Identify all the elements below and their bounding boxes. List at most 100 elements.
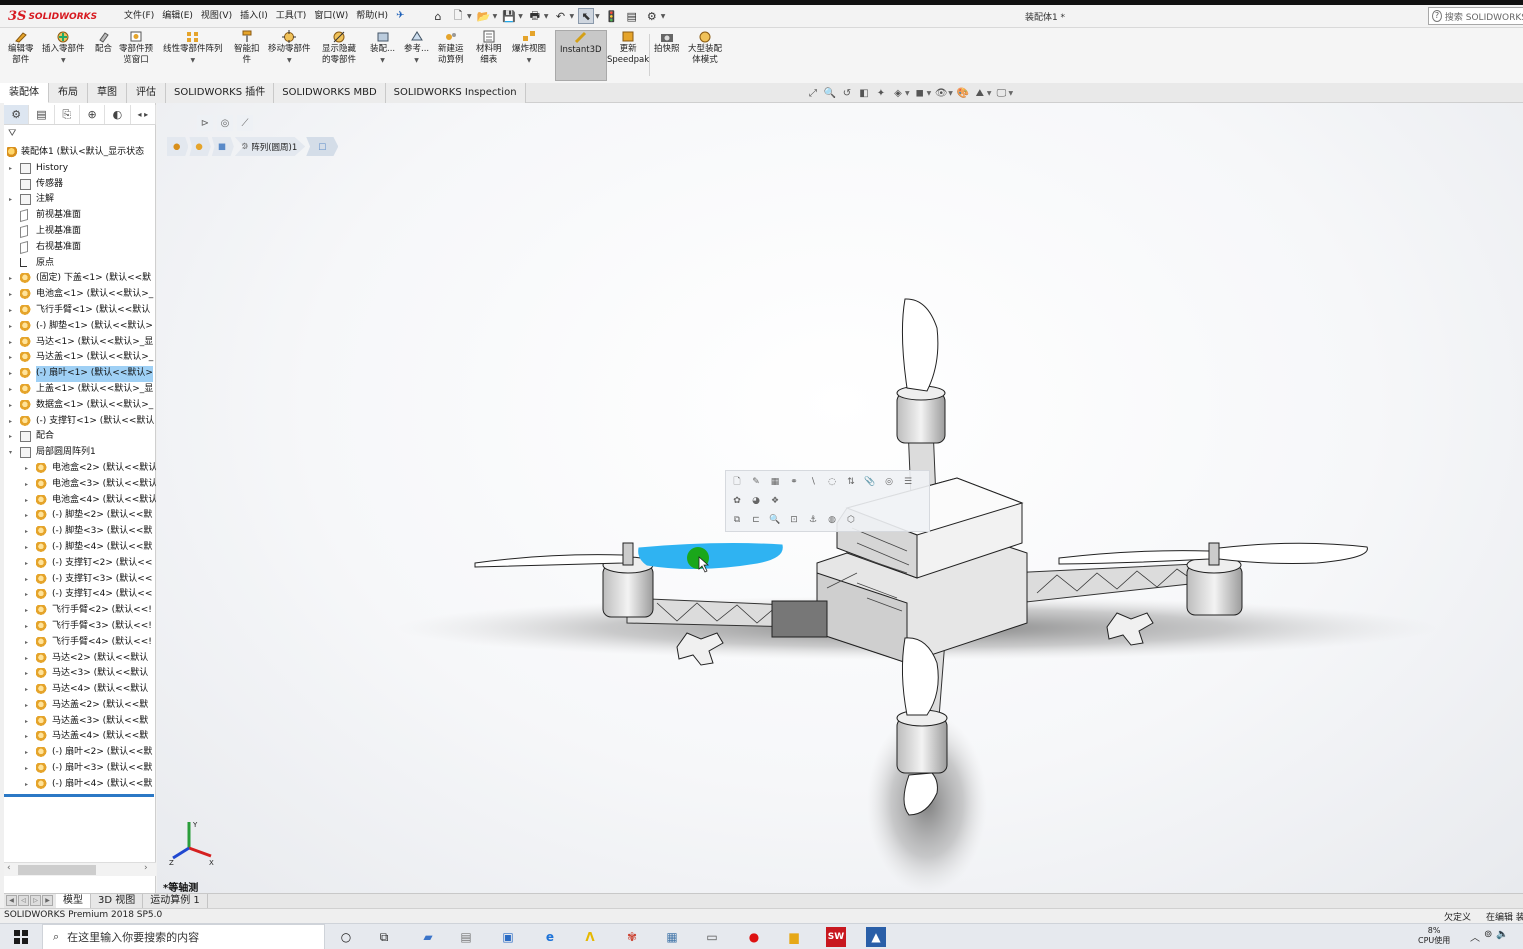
linear-pattern-button[interactable]: 线性零部件阵列 ▼	[163, 30, 223, 66]
save-icon[interactable]: 💾	[501, 8, 517, 24]
open-part-icon[interactable]: 🗋	[730, 475, 744, 489]
options-dropdown-icon[interactable]: ▼	[661, 13, 666, 20]
cube-context-icon[interactable]: ⬡	[844, 513, 858, 527]
record-icon[interactable]: ●	[744, 927, 764, 947]
transparency-context-icon[interactable]: ❖	[768, 494, 782, 508]
assembly-features-dropdown-icon[interactable]: ▼	[380, 55, 385, 66]
view-settings-dropdown-icon[interactable]: ▼	[1009, 90, 1014, 97]
expand-icon[interactable]: ▸	[25, 714, 28, 730]
bill-of-materials-button[interactable]: 材料明 细表	[476, 30, 502, 66]
expand-icon[interactable]: ▸	[25, 635, 28, 651]
cortana-icon[interactable]: ○	[336, 927, 356, 947]
sketch-context-icon[interactable]: ∖	[806, 475, 820, 489]
open-dropdown-icon[interactable]: ▼	[493, 13, 498, 20]
solidworks-logo[interactable]: 3S SOLIDWORKS	[8, 7, 106, 26]
expand-icon[interactable]: ▸	[25, 666, 28, 682]
tree-item-pattern-child[interactable]: ▸ 马达<2> (默认<<默认	[4, 651, 156, 667]
search-box[interactable]: ? 搜索 SOLIDWORKS	[1428, 7, 1523, 25]
appearance-context-icon[interactable]: ✿	[730, 494, 744, 508]
sketch-plane-icon[interactable]: ⊏	[749, 513, 763, 527]
expand-icon[interactable]: ▸	[9, 319, 12, 335]
tree-item-component[interactable]: ▸ 马达盖<1> (默认<<默认>_	[4, 350, 156, 366]
exploded-view-button[interactable]: 爆炸视图 ▼	[512, 30, 546, 66]
linear-pattern-dropdown-icon[interactable]: ▼	[190, 55, 195, 66]
color-context-icon[interactable]: ◕	[749, 494, 763, 508]
selected-propeller-blade[interactable]	[638, 543, 783, 570]
exploded-view-dropdown-icon[interactable]: ▼	[527, 55, 532, 66]
tree-item-circular-pattern[interactable]: ▾ 局部圆周阵列1	[4, 445, 156, 461]
apply-scene-icon[interactable]: ⛰	[973, 86, 987, 100]
tab-model[interactable]: 模型	[56, 893, 91, 909]
tab-inspection[interactable]: SOLIDWORKS Inspection	[385, 83, 526, 103]
tree-root-assembly[interactable]: 装配体1 (默认<默认_显示状态	[4, 145, 156, 161]
taskbar-app-4-icon[interactable]: ✾	[622, 927, 642, 947]
select-dropdown-icon[interactable]: ▼	[595, 13, 600, 20]
expand-icon[interactable]: ▸	[25, 761, 28, 777]
tree-item-pattern-child[interactable]: ▸ (-) 支撑钉<4> (默认<<	[4, 587, 156, 603]
expand-icon[interactable]: ▸	[9, 398, 12, 414]
tray-expand-icon[interactable]: ︿	[1470, 929, 1480, 944]
menu-help[interactable]: 帮助(H)	[352, 9, 392, 23]
tree-item-mates[interactable]: ▸ 配合	[4, 429, 156, 445]
large-assembly-mode-button[interactable]: 大型装配 体模式	[688, 30, 722, 66]
last-tab-icon[interactable]: ▶	[42, 894, 53, 906]
menu-window[interactable]: 窗口(W)	[310, 9, 352, 23]
expand-icon[interactable]: ▸	[9, 350, 12, 366]
home-icon[interactable]: ⌂	[430, 8, 446, 24]
paperclip-icon[interactable]: 📎	[863, 475, 877, 489]
display-manager-tab-icon[interactable]: ◐	[105, 105, 131, 124]
expand-icon[interactable]: ▸	[25, 777, 28, 793]
tree-item-pattern-child[interactable]: ▸ 电池盒<2> (默认<<默认	[4, 461, 156, 477]
undo-dropdown-icon[interactable]: ▼	[570, 13, 575, 20]
assembly-features-button[interactable]: 装配... ▼	[370, 30, 395, 66]
rebuild-icon[interactable]: 🚦	[604, 8, 620, 24]
menu-insert[interactable]: 插入(I)	[236, 9, 272, 23]
network-icon[interactable]: ⊚	[1484, 929, 1492, 944]
zoom-to-area-icon[interactable]: 🔍	[823, 86, 837, 100]
filter-icon[interactable]: ⛛	[8, 128, 16, 139]
table-context-icon[interactable]: ☰	[901, 475, 915, 489]
isolate-icon[interactable]: ◎	[882, 475, 896, 489]
hide-show-items-icon[interactable]: 👁	[934, 86, 948, 100]
insert-components-button[interactable]: 插入零部件 ▼	[42, 30, 85, 66]
tree-item-pattern-child[interactable]: ▸ 电池盒<4> (默认<<默认	[4, 493, 156, 509]
print-icon[interactable]: 🖶	[527, 8, 543, 24]
tree-item-pattern-child[interactable]: ▸ 马达盖<4> (默认<<默	[4, 729, 156, 745]
tree-item-pattern-child[interactable]: ▸ 马达盖<3> (默认<<默	[4, 714, 156, 730]
reference-geometry-button[interactable]: 参考... ▼	[404, 30, 429, 66]
menu-tools[interactable]: 工具(T)	[272, 9, 311, 23]
tree-item-sensors[interactable]: 传感器	[4, 177, 156, 193]
tree-item-pattern-child[interactable]: ▸ (-) 扇叶<3> (默认<<默	[4, 761, 156, 777]
volume-icon[interactable]: 🔈	[1496, 929, 1508, 944]
view-settings-icon[interactable]: 🖵	[995, 86, 1009, 100]
tree-item-pattern-child[interactable]: ▸ (-) 脚垫<4> (默认<<默	[4, 540, 156, 556]
expand-icon[interactable]: ▸	[25, 745, 28, 761]
tab-addins[interactable]: SOLIDWORKS 插件	[166, 83, 275, 103]
dimxpert-tab-icon[interactable]: ⊕	[80, 105, 106, 124]
next-tab-icon[interactable]: ▷	[30, 894, 41, 906]
expand-icon[interactable]: ▸	[25, 651, 28, 667]
tree-item-plane-top[interactable]: 上视基准面	[4, 224, 156, 240]
taskbar-app-a-icon[interactable]: Λ	[580, 927, 600, 947]
new-motion-study-button[interactable]: 新建运 动算例	[438, 30, 464, 66]
move-component-dropdown-icon[interactable]: ▼	[287, 55, 292, 66]
graphics-area[interactable]: ⊳ ◎ ⟋ ● ● ■ ⚙ 阵列(圆周)1 □ 🗋 ✎ ▦ ⚭ ∖ ◌ ⇅ 📎 …	[157, 103, 1523, 893]
hide-show-dropdown-icon[interactable]: ▼	[948, 90, 953, 97]
section-context-icon[interactable]: ⧉	[730, 513, 744, 527]
menu-view[interactable]: 视图(V)	[197, 9, 236, 23]
zoom-selection-icon[interactable]: 🔍	[768, 513, 782, 527]
file-properties-icon[interactable]: ▤	[624, 8, 640, 24]
undo-icon[interactable]: ↶	[553, 8, 569, 24]
tree-item-history[interactable]: ▸ History	[4, 161, 156, 177]
task-view-icon[interactable]: ⧉	[374, 927, 394, 947]
display-style-icon[interactable]: ◼	[913, 86, 927, 100]
tab-motion-study[interactable]: 运动算例 1	[143, 893, 208, 909]
insert-components-dropdown-icon[interactable]: ▼	[61, 55, 66, 66]
options-icon[interactable]: ⚙	[644, 8, 660, 24]
tabs-scroll-icon[interactable]: ◂ ▸	[131, 105, 156, 124]
tree-item-plane-front[interactable]: 前视基准面	[4, 208, 156, 224]
scene-dropdown-icon[interactable]: ▼	[987, 90, 992, 97]
tree-item-component[interactable]: ▸ (-) 支撑钉<1> (默认<<默认	[4, 414, 156, 430]
expand-icon[interactable]: ▸	[9, 161, 12, 177]
tree-item-pattern-child[interactable]: ▸ 马达盖<2> (默认<<默	[4, 698, 156, 714]
